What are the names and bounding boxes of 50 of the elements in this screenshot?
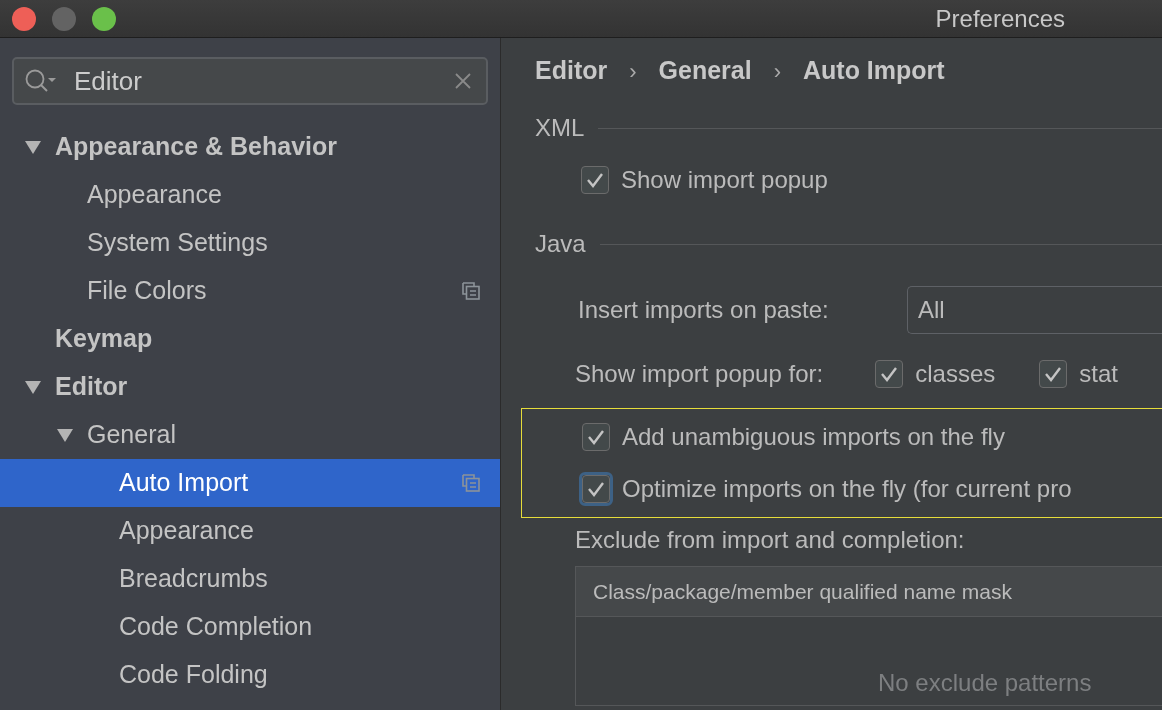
checkbox[interactable]	[1039, 360, 1068, 388]
checkbox-label: Optimize imports on the fly (for current pro	[622, 474, 1072, 504]
check-icon	[1044, 366, 1063, 382]
tree-item[interactable]: Auto Import	[0, 459, 500, 507]
checkbox[interactable]	[582, 475, 610, 503]
clear-icon[interactable]	[454, 72, 472, 90]
checkbox[interactable]	[581, 166, 609, 194]
window-title: Preferences	[935, 3, 1066, 34]
checkbox[interactable]	[582, 423, 610, 451]
tree-item[interactable]: Keymap	[0, 315, 500, 363]
check-icon	[587, 429, 605, 445]
tree-item[interactable]: Breadcrumbs	[0, 555, 500, 603]
expand-arrow-icon[interactable]	[56, 427, 74, 443]
breadcrumb-item[interactable]: Editor	[535, 52, 608, 90]
section-title: XML	[535, 113, 585, 143]
breadcrumb-item[interactable]: Auto Import	[803, 52, 945, 90]
search-field[interactable]: Editor	[12, 57, 488, 105]
tree-item[interactable]: Editor	[0, 363, 500, 411]
tree-item[interactable]: Code Completion	[0, 603, 500, 651]
column-header: Class/package/member qualified name mask	[593, 578, 1013, 605]
check-icon	[880, 366, 899, 382]
tree-item[interactable]: File Colors	[0, 267, 500, 315]
expand-arrow-icon[interactable]	[24, 139, 42, 155]
tree-item[interactable]: Appearance	[0, 507, 500, 555]
field-label: Show import popup for:	[575, 359, 825, 389]
expand-arrow-icon[interactable]	[24, 379, 42, 395]
section-label: Exclude from import and completion:	[575, 525, 966, 555]
checkbox-label: classes	[915, 359, 996, 389]
close-button[interactable]	[12, 6, 36, 31]
section-title: Java	[535, 229, 586, 259]
check-icon	[586, 172, 604, 188]
check-icon	[587, 481, 605, 497]
checkbox-label: stat	[1079, 359, 1118, 389]
project-level-icon	[462, 474, 480, 492]
project-level-icon	[462, 282, 480, 300]
tree-item[interactable]: General	[0, 411, 500, 459]
tree-item[interactable]: System Settings	[0, 219, 500, 267]
zoom-button[interactable]	[92, 6, 116, 31]
breadcrumb-separator: ›	[773, 57, 781, 86]
empty-message: No exclude patterns	[878, 668, 1092, 698]
breadcrumb-item[interactable]: General	[658, 52, 752, 90]
tree-item[interactable]: Appearance	[0, 171, 500, 219]
checkbox-label: Add unambiguous imports on the fly	[622, 422, 1005, 452]
paste-select[interactable]: All	[907, 286, 1162, 334]
checkbox[interactable]	[875, 360, 904, 388]
checkbox-label: Show import popup	[621, 165, 828, 195]
breadcrumb-separator: ›	[629, 57, 637, 86]
field-label: Insert imports on paste:	[577, 295, 830, 325]
tree-item[interactable]: Code Folding	[0, 651, 500, 699]
tree-item[interactable]: Appearance & Behavior	[0, 123, 500, 171]
